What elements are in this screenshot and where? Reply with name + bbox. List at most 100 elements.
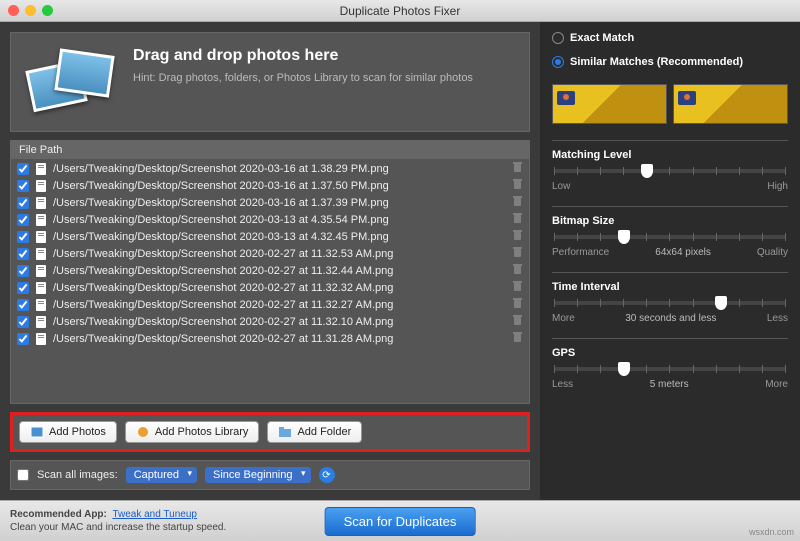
window-controls [8,5,53,16]
time-interval-track[interactable] [554,301,786,305]
bitmap-size-slider: Bitmap Size Performance64x64 pixelsQuali… [552,206,788,264]
preview-thumb-1 [552,84,667,124]
drop-zone[interactable]: Drag and drop photos here Hint: Drag pho… [10,32,530,132]
file-path: /Users/Tweaking/Desktop/Screenshot 2020-… [53,231,506,243]
scan-all-label: Scan all images: [37,469,118,481]
file-icon [35,298,47,312]
file-row[interactable]: /Users/Tweaking/Desktop/Screenshot 2020-… [11,160,529,177]
file-checkbox[interactable] [17,231,29,243]
bitmap-size-thumb[interactable] [618,230,630,244]
add-folder-button[interactable]: Add Folder [267,421,362,443]
delete-file-button[interactable] [512,229,523,244]
recommended-app: Recommended App: Tweak and Tuneup Clean … [10,508,226,534]
file-icon [35,281,47,295]
file-row[interactable]: /Users/Tweaking/Desktop/Screenshot 2020-… [11,245,529,262]
delete-file-button[interactable] [512,263,523,278]
gps-track[interactable] [554,367,786,371]
matching-level-track[interactable] [554,169,786,173]
scan-options: Scan all images: Captured Since Beginnin… [10,460,530,490]
bitmap-size-track[interactable] [554,235,786,239]
watermark: wsxdn.com [749,527,794,537]
time-interval-thumb[interactable] [715,296,727,310]
file-row[interactable]: /Users/Tweaking/Desktop/Screenshot 2020-… [11,194,529,211]
file-icon [35,213,47,227]
file-checkbox[interactable] [17,197,29,209]
file-checkbox[interactable] [17,299,29,311]
file-checkbox[interactable] [17,180,29,192]
add-folder-label: Add Folder [297,426,351,438]
file-list: File Path /Users/Tweaking/Desktop/Screen… [10,140,530,404]
file-path: /Users/Tweaking/Desktop/Screenshot 2020-… [53,180,506,192]
drop-heading: Drag and drop photos here [133,47,473,65]
file-path: /Users/Tweaking/Desktop/Screenshot 2020-… [53,299,506,311]
file-row[interactable]: /Users/Tweaking/Desktop/Screenshot 2020-… [11,228,529,245]
photo-icon [30,426,44,438]
library-icon [136,426,150,438]
titlebar: Duplicate Photos Fixer [0,0,800,22]
delete-file-button[interactable] [512,178,523,193]
file-icon [35,264,47,278]
file-icon [35,162,47,176]
add-buttons-group: Add Photos Add Photos Library Add Folder [10,412,530,452]
gps-thumb[interactable] [618,362,630,376]
add-photos-button[interactable]: Add Photos [19,421,117,443]
file-path: /Users/Tweaking/Desktop/Screenshot 2020-… [53,282,506,294]
minimize-button[interactable] [25,5,36,16]
file-icon [35,230,47,244]
maximize-button[interactable] [42,5,53,16]
file-icon [35,196,47,210]
file-icon [35,247,47,261]
similar-match-radio[interactable]: Similar Matches (Recommended) [552,56,788,68]
add-library-label: Add Photos Library [155,426,249,438]
file-row[interactable]: /Users/Tweaking/Desktop/Screenshot 2020-… [11,177,529,194]
delete-file-button[interactable] [512,314,523,329]
file-checkbox[interactable] [17,248,29,260]
scan-duplicates-button[interactable]: Scan for Duplicates [325,507,476,536]
file-checkbox[interactable] [17,163,29,175]
delete-file-button[interactable] [512,161,523,176]
file-checkbox[interactable] [17,316,29,328]
refresh-button[interactable]: ⟳ [319,467,335,483]
photo-stack-icon [29,47,119,117]
drop-hint: Hint: Drag photos, folders, or Photos Li… [133,71,473,86]
file-checkbox[interactable] [17,265,29,277]
exact-match-radio[interactable]: Exact Match [552,32,788,44]
file-row[interactable]: /Users/Tweaking/Desktop/Screenshot 2020-… [11,313,529,330]
match-previews [552,84,788,124]
file-row[interactable]: /Users/Tweaking/Desktop/Screenshot 2020-… [11,296,529,313]
delete-file-button[interactable] [512,297,523,312]
file-path: /Users/Tweaking/Desktop/Screenshot 2020-… [53,197,506,209]
delete-file-button[interactable] [512,195,523,210]
since-select[interactable]: Since Beginning [205,467,311,483]
delete-file-button[interactable] [512,212,523,227]
delete-file-button[interactable] [512,331,523,346]
file-row[interactable]: /Users/Tweaking/Desktop/Screenshot 2020-… [11,330,529,347]
file-path: /Users/Tweaking/Desktop/Screenshot 2020-… [53,248,506,260]
file-row[interactable]: /Users/Tweaking/Desktop/Screenshot 2020-… [11,211,529,228]
file-path: /Users/Tweaking/Desktop/Screenshot 2020-… [53,333,506,345]
matching-level-thumb[interactable] [641,164,653,178]
folder-icon [278,426,292,438]
delete-file-button[interactable] [512,280,523,295]
file-row[interactable]: /Users/Tweaking/Desktop/Screenshot 2020-… [11,262,529,279]
add-library-button[interactable]: Add Photos Library [125,421,260,443]
file-checkbox[interactable] [17,333,29,345]
window-title: Duplicate Photos Fixer [340,4,461,18]
delete-file-button[interactable] [512,246,523,261]
file-path: /Users/Tweaking/Desktop/Screenshot 2020-… [53,214,506,226]
preview-thumb-2 [673,84,788,124]
recommended-link[interactable]: Tweak and Tuneup [112,509,197,520]
file-rows: /Users/Tweaking/Desktop/Screenshot 2020-… [11,160,529,403]
file-path: /Users/Tweaking/Desktop/Screenshot 2020-… [53,163,506,175]
file-icon [35,179,47,193]
time-interval-slider: Time Interval More30 seconds and lessLes… [552,272,788,330]
file-row[interactable]: /Users/Tweaking/Desktop/Screenshot 2020-… [11,279,529,296]
scan-all-checkbox[interactable] [17,469,29,481]
gps-slider: GPS Less5 metersMore [552,338,788,396]
file-checkbox[interactable] [17,282,29,294]
file-path: /Users/Tweaking/Desktop/Screenshot 2020-… [53,316,506,328]
close-button[interactable] [8,5,19,16]
file-checkbox[interactable] [17,214,29,226]
file-icon [35,315,47,329]
captured-select[interactable]: Captured [126,467,197,483]
